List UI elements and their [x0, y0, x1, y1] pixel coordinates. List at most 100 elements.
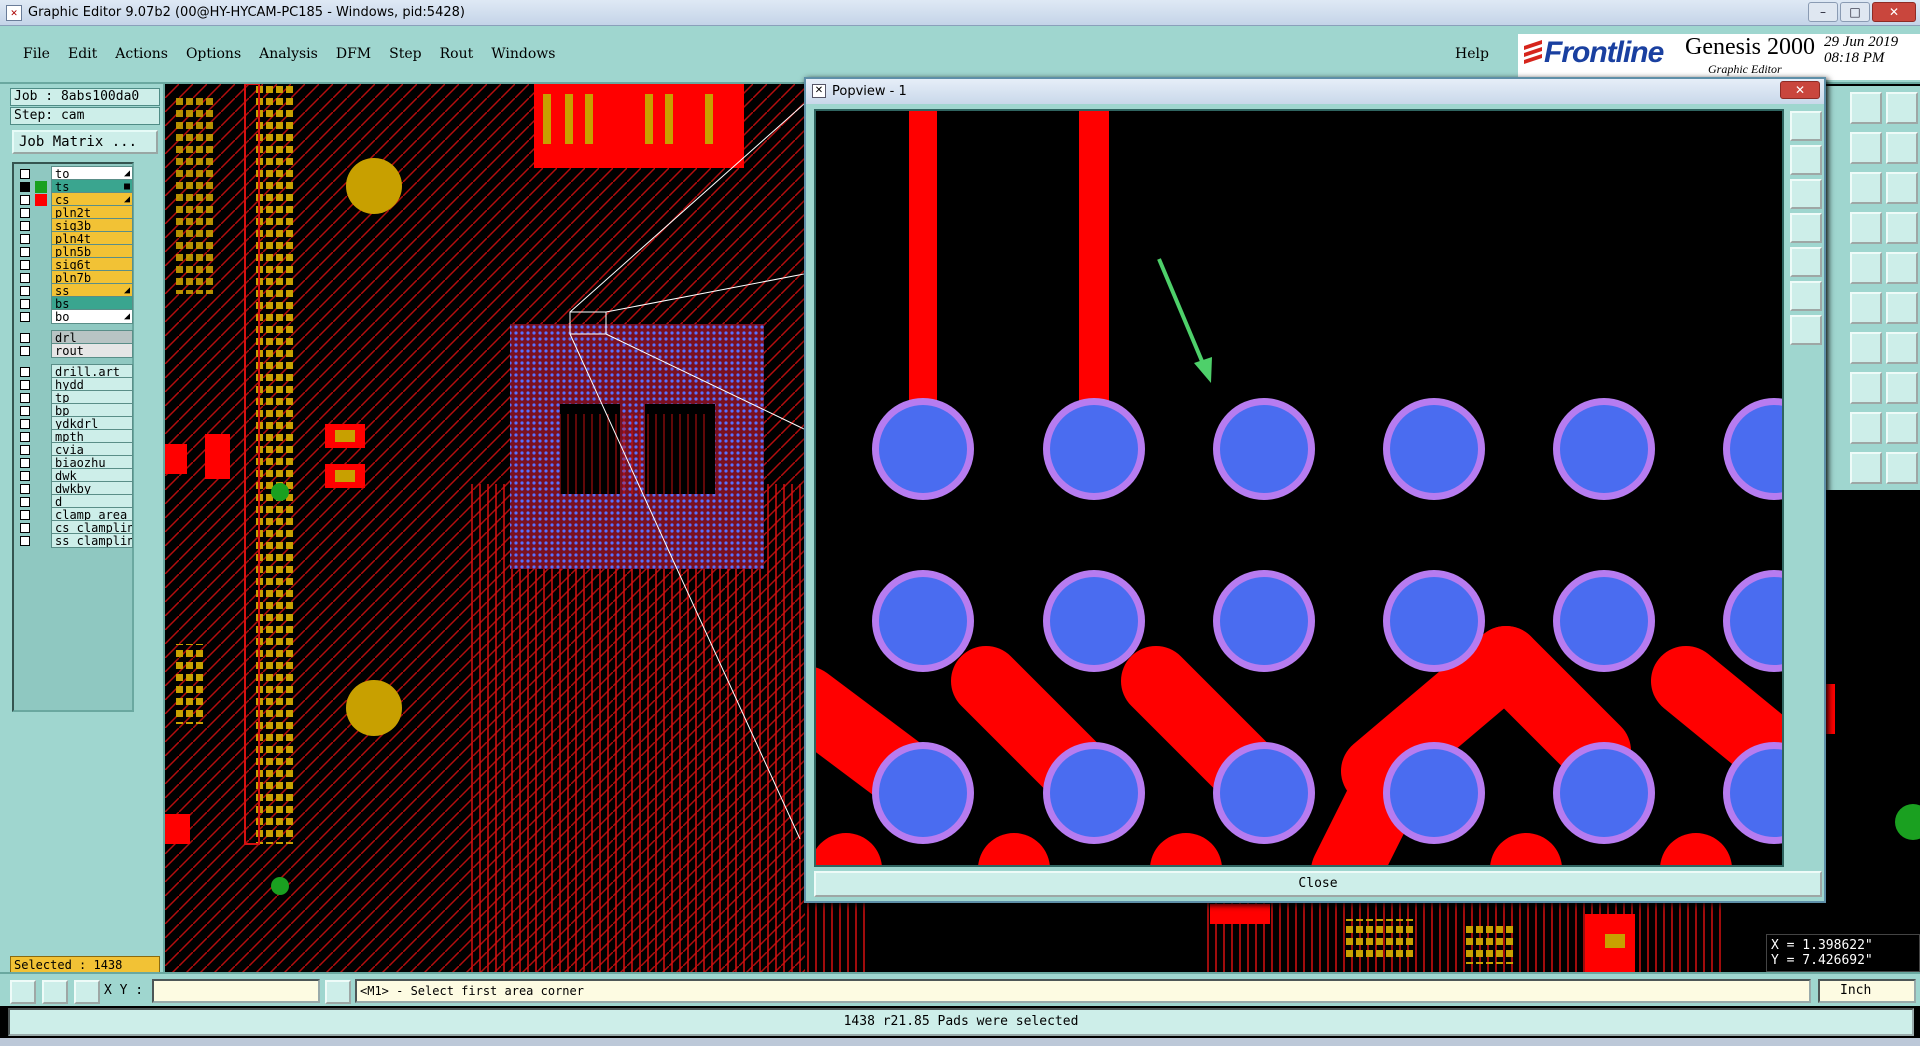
- snap-grid-icon[interactable]: [10, 980, 36, 1004]
- layer-checkbox[interactable]: [20, 458, 30, 468]
- layer-checkbox[interactable]: [20, 299, 30, 309]
- pad[interactable]: [879, 749, 967, 837]
- pad[interactable]: [1220, 577, 1308, 665]
- layer-name[interactable]: rout: [51, 343, 133, 358]
- layer-checkbox[interactable]: [20, 247, 30, 257]
- layer-checkbox[interactable]: [20, 536, 30, 546]
- layer-checkbox[interactable]: [20, 445, 30, 455]
- pad[interactable]: [1220, 749, 1308, 837]
- xy-input[interactable]: [152, 979, 320, 1003]
- popview-close-button[interactable]: Close: [814, 871, 1822, 897]
- tool-move-icon[interactable]: [1850, 372, 1882, 404]
- menu-actions[interactable]: Actions: [106, 46, 177, 62]
- popview-expand-icon[interactable]: [1790, 315, 1822, 345]
- popview-zoom-out-icon[interactable]: [1790, 145, 1822, 175]
- menu-rout[interactable]: Rout: [431, 46, 483, 62]
- tool-help-icon[interactable]: [1886, 172, 1918, 204]
- layer-checkbox[interactable]: [20, 471, 30, 481]
- menu-edit[interactable]: Edit: [59, 46, 106, 62]
- popview-title-bar[interactable]: ✕ Popview - 1 ✕: [806, 79, 1824, 104]
- tool-text-icon[interactable]: [1850, 412, 1882, 444]
- measure-icon[interactable]: [42, 980, 68, 1004]
- menu-help[interactable]: Help: [1455, 46, 1489, 62]
- menu-options[interactable]: Options: [177, 46, 250, 62]
- layer-checkbox[interactable]: [20, 380, 30, 390]
- pad[interactable]: [879, 405, 967, 493]
- popview-export-icon[interactable]: [1790, 247, 1822, 277]
- units-selector[interactable]: Inch: [1818, 979, 1916, 1003]
- layer-row-ss_clampline[interactable]: ss_clampline: [16, 533, 133, 548]
- close-window-button[interactable]: ✕: [1872, 2, 1916, 22]
- layer-checkbox[interactable]: [20, 497, 30, 507]
- pad[interactable]: [1560, 749, 1648, 837]
- pad[interactable]: [1560, 405, 1648, 493]
- tool-home2-icon[interactable]: [1886, 92, 1918, 124]
- tool-dot-icon[interactable]: [1886, 252, 1918, 284]
- pad[interactable]: [1390, 405, 1478, 493]
- layer-row-rout[interactable]: rout: [16, 343, 133, 358]
- layer-checkbox[interactable]: [20, 419, 30, 429]
- tool-line-icon[interactable]: [1850, 292, 1882, 324]
- maximize-button[interactable]: □: [1840, 2, 1870, 22]
- layer-checkbox[interactable]: [20, 484, 30, 494]
- layer-name[interactable]: bo ◢: [51, 309, 133, 324]
- tool-copy-icon[interactable]: [1886, 372, 1918, 404]
- tool-snap-icon[interactable]: [1850, 132, 1882, 164]
- popview-fit-icon[interactable]: [1790, 213, 1822, 243]
- layer-checkbox[interactable]: [20, 393, 30, 403]
- pad[interactable]: [1390, 577, 1478, 665]
- layer-checkbox[interactable]: [20, 195, 30, 205]
- popview-pan-icon[interactable]: [1790, 179, 1822, 209]
- layer-checkbox[interactable]: [20, 346, 30, 356]
- pad[interactable]: [1560, 577, 1648, 665]
- layer-checkbox[interactable]: [20, 182, 30, 192]
- layer-checkbox[interactable]: [20, 260, 30, 270]
- tool-measure-icon[interactable]: [1850, 212, 1882, 244]
- pad[interactable]: [1220, 405, 1308, 493]
- pad[interactable]: [1050, 405, 1138, 493]
- pad[interactable]: [1050, 749, 1138, 837]
- job-matrix-button[interactable]: Job Matrix ...: [12, 130, 158, 154]
- layer-checkbox[interactable]: [20, 523, 30, 533]
- tool-arc-icon[interactable]: [1850, 332, 1882, 364]
- menu-analysis[interactable]: Analysis: [250, 46, 327, 62]
- popview-home-icon[interactable]: [1790, 281, 1822, 311]
- text-cursor-icon[interactable]: [325, 980, 351, 1004]
- layer-checkbox[interactable]: [20, 221, 30, 231]
- tool-ruler-icon[interactable]: [1850, 252, 1882, 284]
- menu-file[interactable]: File: [14, 46, 59, 62]
- layer-checkbox[interactable]: [20, 169, 30, 179]
- layer-checkbox[interactable]: [20, 432, 30, 442]
- layer-name[interactable]: ss_clampline: [51, 533, 133, 548]
- popview-canvas[interactable]: [814, 109, 1784, 867]
- tool-s-icon[interactable]: [1886, 132, 1918, 164]
- popview-close-x-button[interactable]: ✕: [1780, 81, 1820, 99]
- tool-pointer-icon[interactable]: [1850, 452, 1882, 484]
- layer-checkbox[interactable]: [20, 234, 30, 244]
- layer-checkbox[interactable]: [20, 367, 30, 377]
- layer-checkbox[interactable]: [20, 333, 30, 343]
- tool-rect-icon[interactable]: [1886, 332, 1918, 364]
- layer-checkbox[interactable]: [20, 208, 30, 218]
- tool-home-icon[interactable]: [1850, 92, 1882, 124]
- tool-measure2-icon[interactable]: [1886, 212, 1918, 244]
- layer-checkbox[interactable]: [20, 406, 30, 416]
- tool-pointer2-icon[interactable]: [1886, 452, 1918, 484]
- minimize-button[interactable]: –: [1808, 2, 1838, 22]
- tool-scale-icon[interactable]: [1850, 172, 1882, 204]
- pad[interactable]: [1050, 577, 1138, 665]
- popview-zoom-in-icon[interactable]: [1790, 111, 1822, 141]
- tool-line2-icon[interactable]: [1886, 292, 1918, 324]
- layer-checkbox[interactable]: [20, 510, 30, 520]
- layer-checkbox[interactable]: [20, 312, 30, 322]
- tool-text2-icon[interactable]: [1886, 412, 1918, 444]
- layer-row-bo[interactable]: bo ◢: [16, 309, 133, 324]
- menu-dfm[interactable]: DFM: [327, 46, 380, 62]
- coordinate-mode-icon[interactable]: [74, 980, 100, 1004]
- layer-checkbox[interactable]: [20, 273, 30, 283]
- pad[interactable]: [1390, 749, 1478, 837]
- pad[interactable]: [879, 577, 967, 665]
- layer-checkbox[interactable]: [20, 286, 30, 296]
- menu-windows[interactable]: Windows: [482, 46, 564, 62]
- menu-step[interactable]: Step: [380, 46, 430, 62]
